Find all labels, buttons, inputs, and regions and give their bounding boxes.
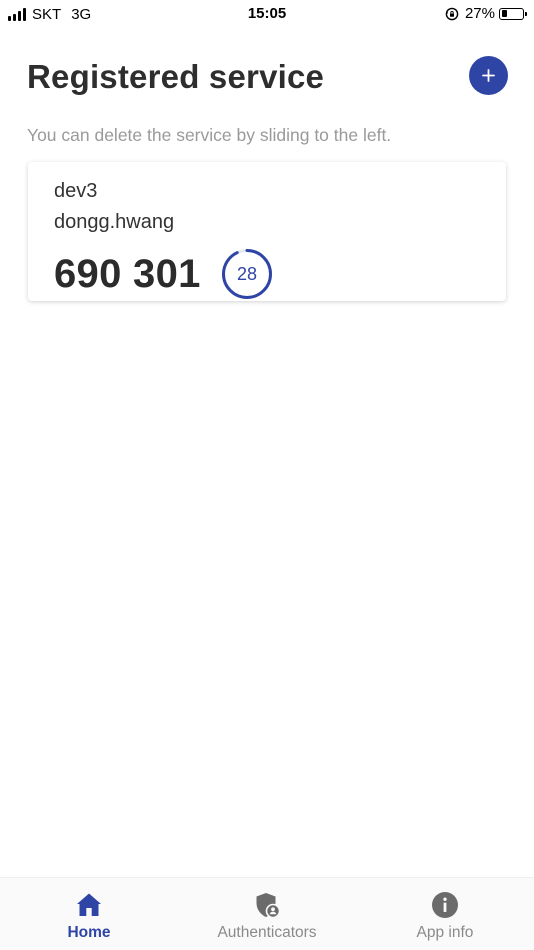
timer-seconds: 28 [236, 264, 258, 284]
service-card[interactable]: dev3 dongg.hwang 690 301 28 [28, 162, 506, 301]
info-icon [430, 890, 460, 920]
status-bar: SKT 3G 15:05 27% [0, 0, 534, 30]
battery-fill [501, 10, 507, 17]
page-title: Registered service [27, 58, 325, 95]
nav-app-info-label: App info [416, 924, 474, 941]
otp-code: 690 301 [54, 252, 201, 296]
nav-authenticators[interactable]: Authenticators [178, 878, 356, 950]
hint-text: You can delete the service by sliding to… [27, 125, 392, 145]
bottom-nav: Home Authenticators App info [0, 877, 534, 950]
battery-percent: 27% [464, 5, 495, 22]
battery-icon [499, 7, 527, 20]
nav-home-label: Home [67, 924, 111, 941]
nav-authenticators-label: Authenticators [217, 924, 317, 941]
nav-app-info[interactable]: App info [356, 878, 534, 950]
countdown-timer: 28 [221, 248, 273, 300]
status-right: 27% [445, 5, 527, 22]
account-name: dongg.hwang [54, 211, 175, 233]
plus-icon [482, 69, 495, 82]
service-name: dev3 [54, 180, 98, 202]
shield-user-icon [252, 890, 282, 920]
nav-home[interactable]: Home [0, 878, 178, 950]
home-icon [74, 890, 104, 920]
orientation-lock-icon [445, 7, 459, 20]
add-service-button[interactable] [469, 56, 508, 95]
